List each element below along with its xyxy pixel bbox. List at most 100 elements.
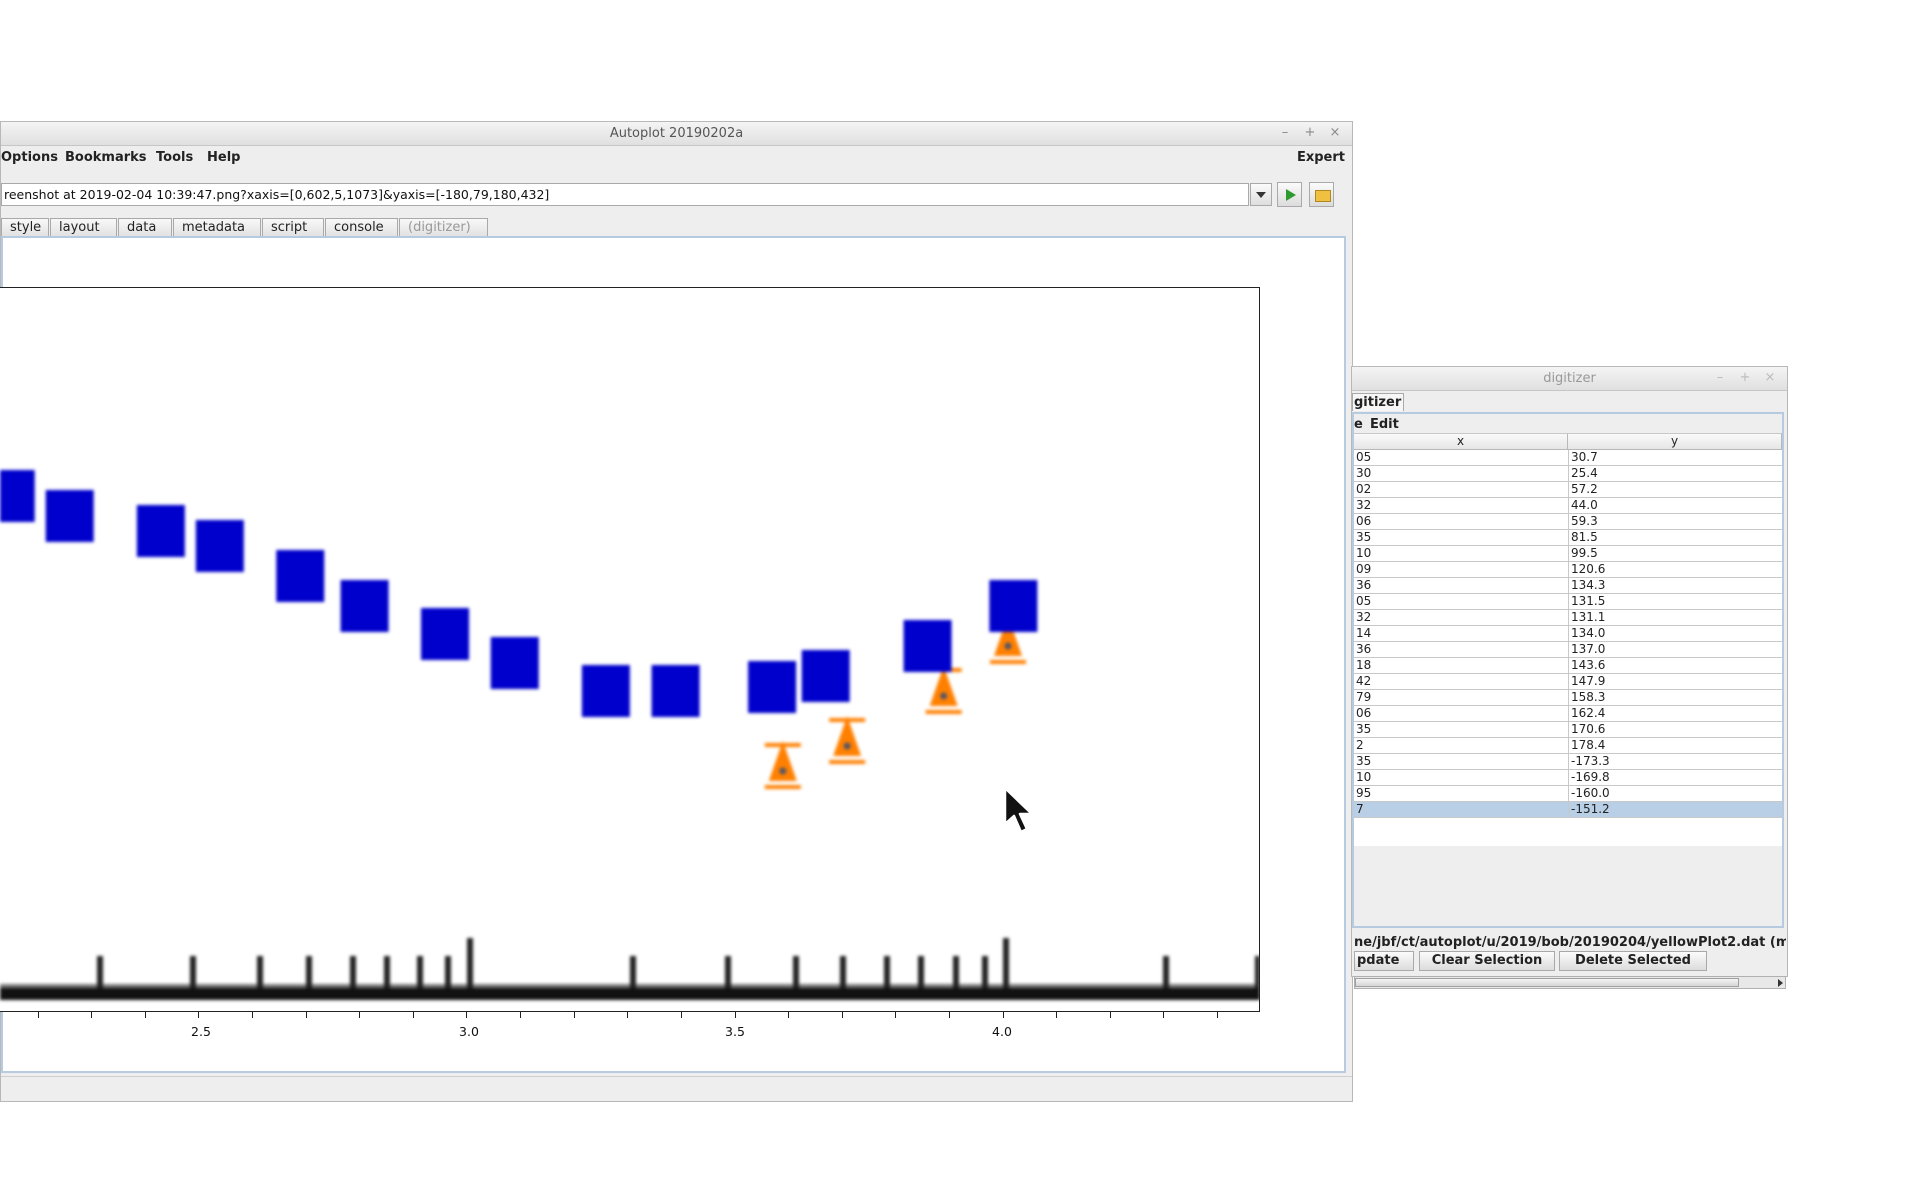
open-file-button[interactable] [1309,182,1334,207]
cell-x[interactable]: 06 [1356,514,1566,529]
cell-y[interactable]: -151.2 [1568,802,1610,817]
update-button[interactable]: pdate [1354,951,1414,971]
table-row[interactable]: 42 147.9 [1354,674,1782,690]
menu-options[interactable]: Options [1,150,58,165]
cell-x[interactable]: 35 [1356,530,1566,545]
cell-x[interactable]: 18 [1356,658,1566,673]
cell-x[interactable]: 14 [1356,626,1566,641]
cell-x[interactable]: 36 [1356,642,1566,657]
tab-metadata[interactable]: metadata [173,218,261,236]
table-row[interactable]: 05 30.7 [1354,450,1782,466]
cell-x[interactable]: 32 [1356,610,1566,625]
cell-x[interactable]: 06 [1356,706,1566,721]
close-icon[interactable]: × [1763,370,1777,385]
cell-y[interactable]: 147.9 [1568,674,1605,689]
table-row[interactable]: 06 59.3 [1354,514,1782,530]
table-row[interactable]: 30 25.4 [1354,466,1782,482]
points-table[interactable]: x y 05 30.7 30 25.4 02 57.2 32 44.0 06 59.3 35 81.5… [1354,433,1782,846]
table-row[interactable]: 10 99.5 [1354,546,1782,562]
data-uri-input[interactable]: reenshot at 2019-02-04 10:39:47.png?xaxi… [1,183,1249,206]
close-icon[interactable]: × [1328,125,1342,140]
cell-x[interactable]: 10 [1356,770,1566,785]
table-row[interactable]: 14 134.0 [1354,626,1782,642]
cell-y[interactable]: -173.3 [1568,754,1610,769]
scrollbar-thumb[interactable] [1355,978,1739,987]
cell-y[interactable]: 143.6 [1568,658,1605,673]
maximize-icon[interactable]: + [1303,125,1317,140]
table-row[interactable]: 2 178.4 [1354,738,1782,754]
table-row[interactable]: 36 134.3 [1354,578,1782,594]
cell-x[interactable]: 35 [1356,754,1566,769]
table-row[interactable]: 10 -169.8 [1354,770,1782,786]
cell-y[interactable]: 44.0 [1568,498,1598,513]
cell-x[interactable]: 09 [1356,562,1566,577]
cell-y[interactable]: 178.4 [1568,738,1605,753]
cell-x[interactable]: 79 [1356,690,1566,705]
cell-x[interactable]: 30 [1356,466,1566,481]
cell-y[interactable]: 158.3 [1568,690,1605,705]
tab-layout[interactable]: layout [50,218,117,236]
tab-digitizer[interactable]: (digitizer) [399,218,488,236]
cell-y[interactable]: 81.5 [1568,530,1598,545]
title-bar[interactable]: Autoplot 20190202a – + × [1,122,1352,146]
clear-selection-button[interactable]: Clear Selection [1419,951,1555,971]
cell-x[interactable]: 36 [1356,578,1566,593]
plot-go-button[interactable] [1277,182,1302,207]
horizontal-scrollbar[interactable] [1354,976,1786,989]
plot-area[interactable] [0,287,1260,1012]
menu-help[interactable]: Help [207,150,240,165]
menu-edit[interactable]: Edit [1370,417,1399,432]
table-row[interactable]: 05 131.5 [1354,594,1782,610]
cell-y[interactable]: 59.3 [1568,514,1598,529]
cell-y[interactable]: 131.5 [1568,594,1605,609]
menu-bookmarks[interactable]: Bookmarks [65,150,147,165]
cell-y[interactable]: 99.5 [1568,546,1598,561]
cell-x[interactable]: 95 [1356,786,1566,801]
column-header-y[interactable]: y [1568,434,1782,450]
table-row[interactable]: 32 44.0 [1354,498,1782,514]
cell-x[interactable]: 10 [1356,546,1566,561]
tab-style[interactable]: style [1,218,49,236]
table-row[interactable]: 35 170.6 [1354,722,1782,738]
cell-y[interactable]: 57.2 [1568,482,1598,497]
menu-tools[interactable]: Tools [156,150,193,165]
table-row[interactable]: 32 131.1 [1354,610,1782,626]
cell-x[interactable]: 2 [1356,738,1566,753]
tab-digitizer-panel[interactable]: gitizer [1352,393,1404,411]
tab-data[interactable]: data [118,218,172,236]
tab-console[interactable]: console [325,218,398,236]
tab-script[interactable]: script [262,218,324,236]
table-row[interactable]: 02 57.2 [1354,482,1782,498]
cell-x[interactable]: 05 [1356,594,1566,609]
table-row[interactable]: 35 81.5 [1354,530,1782,546]
cell-x[interactable]: 02 [1356,482,1566,497]
minimize-icon[interactable]: – [1278,125,1292,140]
cell-x[interactable]: 05 [1356,450,1566,465]
minimize-icon[interactable]: – [1713,370,1727,385]
cell-y[interactable]: 30.7 [1568,450,1598,465]
delete-selected-button[interactable]: Delete Selected [1559,951,1707,971]
table-row[interactable]: 35 -173.3 [1354,754,1782,770]
cell-y[interactable]: 170.6 [1568,722,1605,737]
cell-y[interactable]: 131.1 [1568,610,1605,625]
table-row[interactable]: 09 120.6 [1354,562,1782,578]
cell-y[interactable]: -169.8 [1568,770,1610,785]
cell-y[interactable]: 162.4 [1568,706,1605,721]
table-row[interactable]: 36 137.0 [1354,642,1782,658]
table-row[interactable]: 7 -151.2 [1354,802,1782,818]
cell-x[interactable]: 42 [1356,674,1566,689]
table-row[interactable]: 79 158.3 [1354,690,1782,706]
scroll-right-icon[interactable] [1778,979,1783,987]
cell-x[interactable]: 35 [1356,722,1566,737]
cell-y[interactable]: 120.6 [1568,562,1605,577]
table-row[interactable]: 06 162.4 [1354,706,1782,722]
cell-y[interactable]: 137.0 [1568,642,1605,657]
cell-y[interactable]: 25.4 [1568,466,1598,481]
cell-x[interactable]: 32 [1356,498,1566,513]
digitizer-title-bar[interactable]: digitizer – + × [1352,367,1787,391]
cell-y[interactable]: 134.0 [1568,626,1605,641]
table-row[interactable]: 18 143.6 [1354,658,1782,674]
table-row[interactable]: 95 -160.0 [1354,786,1782,802]
expert-menu[interactable]: Expert [1297,150,1345,165]
cell-y[interactable]: 134.3 [1568,578,1605,593]
